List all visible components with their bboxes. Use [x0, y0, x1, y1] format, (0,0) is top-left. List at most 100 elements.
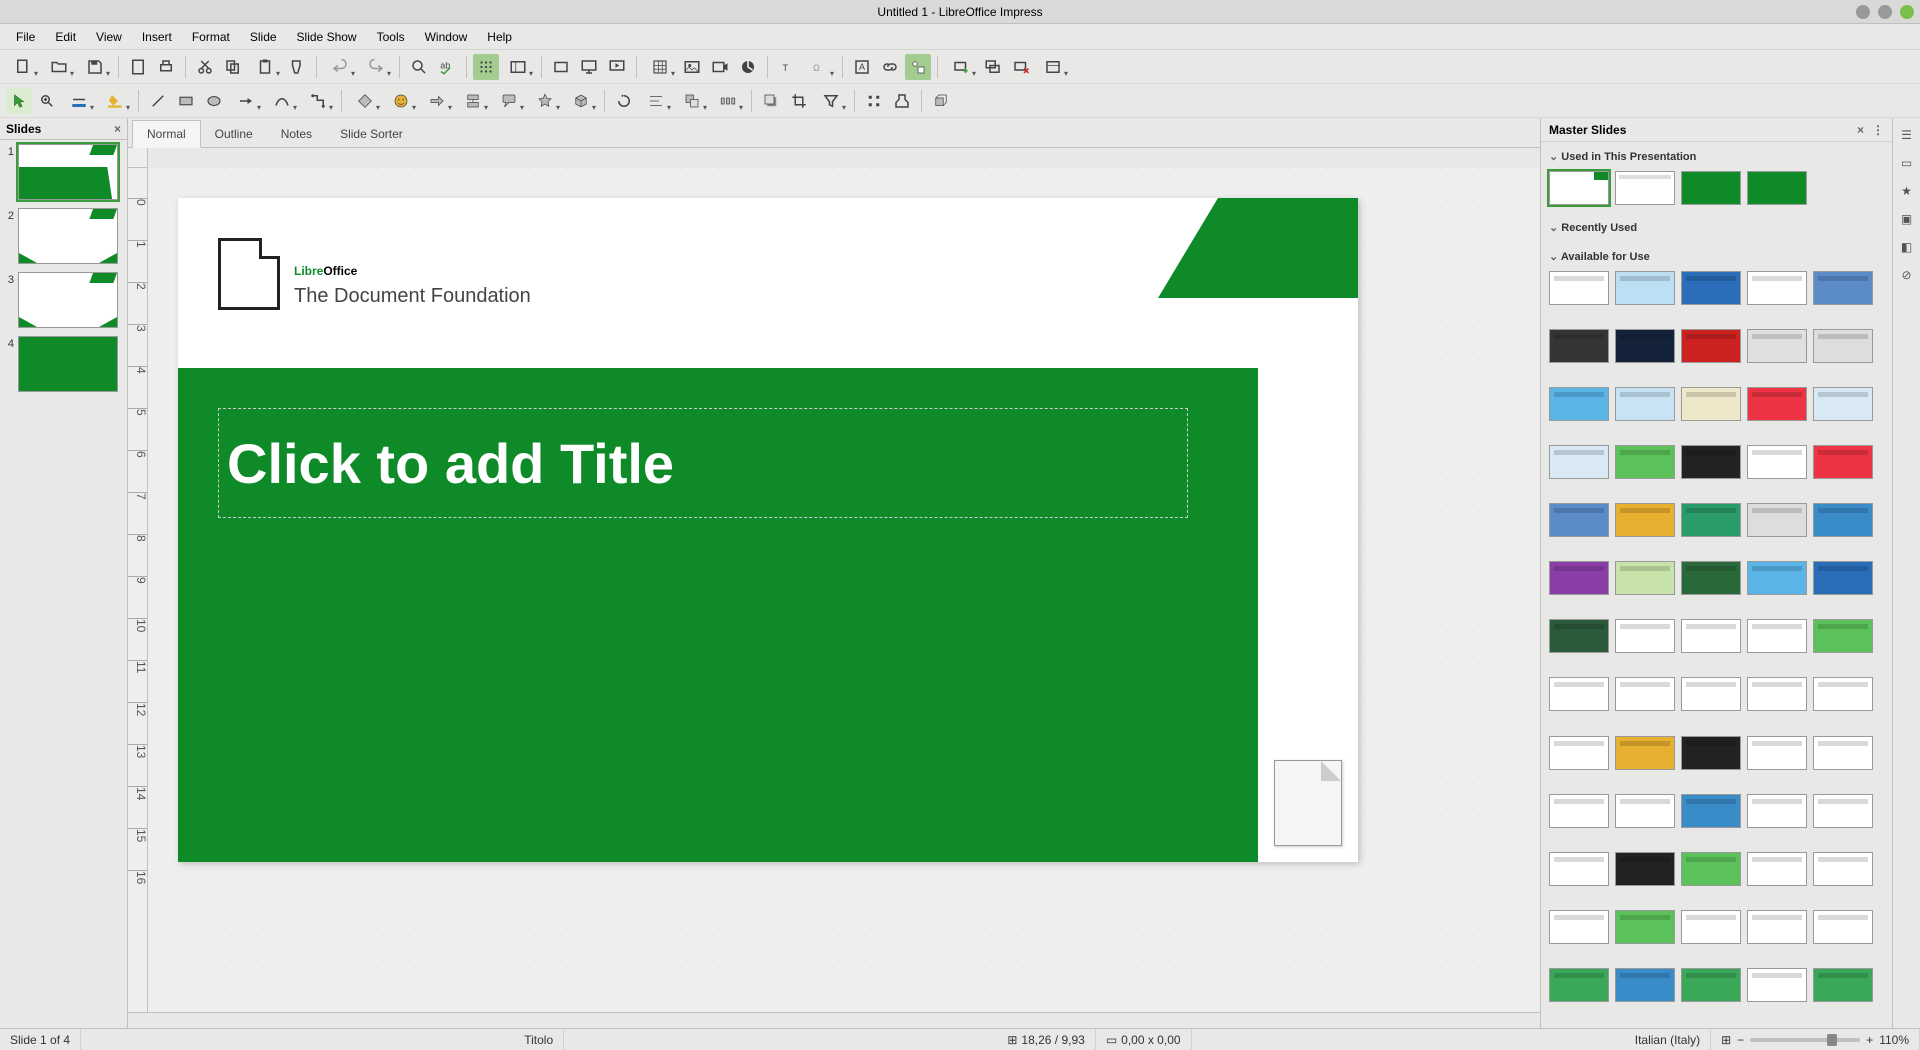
master-template[interactable] — [1813, 561, 1873, 595]
master-template[interactable] — [1615, 736, 1675, 770]
menu-edit[interactable]: Edit — [45, 26, 86, 48]
arrow-tool[interactable] — [229, 88, 263, 114]
slide-thumb-1[interactable]: 1 — [4, 144, 123, 200]
master-panel-menu-icon[interactable]: ⋮ — [1872, 123, 1884, 137]
insert-image-button[interactable] — [679, 54, 705, 80]
insert-av-button[interactable] — [707, 54, 733, 80]
master-template[interactable] — [1681, 387, 1741, 421]
menu-slideshow[interactable]: Slide Show — [287, 26, 367, 48]
redo-button[interactable] — [359, 54, 393, 80]
symbol-shapes-button[interactable] — [384, 88, 418, 114]
start-current-button[interactable] — [604, 54, 630, 80]
master-template[interactable] — [1681, 968, 1741, 1002]
master-template[interactable] — [1813, 619, 1873, 653]
close-slide-panel-icon[interactable]: × — [114, 122, 121, 136]
crop-button[interactable] — [786, 88, 812, 114]
master-template[interactable] — [1549, 329, 1609, 363]
master-template[interactable] — [1747, 677, 1807, 711]
properties-tab-icon[interactable]: ☰ — [1896, 124, 1918, 146]
master-template[interactable] — [1549, 794, 1609, 828]
master-template[interactable] — [1615, 852, 1675, 886]
slide-thumb-4[interactable]: 4 — [4, 336, 123, 392]
master-template[interactable] — [1549, 910, 1609, 944]
menu-format[interactable]: Format — [182, 26, 240, 48]
master-template[interactable] — [1747, 794, 1807, 828]
shadow-button[interactable] — [758, 88, 784, 114]
master-template[interactable] — [1615, 503, 1675, 537]
master-template[interactable] — [1681, 561, 1741, 595]
vertical-ruler[interactable]: 012345678910111213141516 — [128, 168, 148, 1012]
cut-button[interactable] — [192, 54, 218, 80]
master-template[interactable] — [1747, 736, 1807, 770]
master-template[interactable] — [1681, 677, 1741, 711]
insert-fontwork-button[interactable]: A — [849, 54, 875, 80]
master-template[interactable] — [1813, 852, 1873, 886]
fill-color-button[interactable] — [98, 88, 132, 114]
master-template[interactable] — [1615, 271, 1675, 305]
master-used-2[interactable] — [1615, 171, 1675, 205]
master-template[interactable] — [1549, 619, 1609, 653]
master-template[interactable] — [1615, 445, 1675, 479]
master-used-1[interactable] — [1549, 171, 1609, 205]
paste-button[interactable] — [248, 54, 282, 80]
status-page[interactable]: Slide 1 of 4 — [0, 1029, 81, 1050]
master-template[interactable] — [1615, 677, 1675, 711]
menu-view[interactable]: View — [86, 26, 132, 48]
slide-thumb-2[interactable]: 2 — [4, 208, 123, 264]
master-template[interactable] — [1549, 503, 1609, 537]
master-template[interactable] — [1747, 619, 1807, 653]
status-language[interactable]: Italian (Italy) — [1625, 1029, 1711, 1050]
master-template[interactable] — [1681, 619, 1741, 653]
insert-hyperlink-button[interactable] — [877, 54, 903, 80]
master-template[interactable] — [1813, 445, 1873, 479]
master-template[interactable] — [1681, 271, 1741, 305]
master-template[interactable] — [1747, 271, 1807, 305]
save-button[interactable] — [78, 54, 112, 80]
glue-points-button[interactable] — [889, 88, 915, 114]
master-template[interactable] — [1681, 503, 1741, 537]
tab-outline[interactable]: Outline — [201, 121, 267, 147]
current-slide[interactable]: LibreOffice The Document Foundation Clic… — [178, 198, 1358, 862]
master-template[interactable] — [1615, 910, 1675, 944]
master-template[interactable] — [1813, 677, 1873, 711]
master-template[interactable] — [1681, 329, 1741, 363]
distribute-button[interactable] — [711, 88, 745, 114]
master-template[interactable] — [1681, 445, 1741, 479]
zoom-pan-button[interactable] — [34, 88, 60, 114]
slide-transition-tab-icon[interactable]: ▭ — [1896, 152, 1918, 174]
tab-slidesorter[interactable]: Slide Sorter — [326, 121, 417, 147]
filter-button[interactable] — [814, 88, 848, 114]
delete-slide-button[interactable] — [1008, 54, 1034, 80]
slide-thumb-3[interactable]: 3 — [4, 272, 123, 328]
master-template[interactable] — [1747, 387, 1807, 421]
curve-tool[interactable] — [265, 88, 299, 114]
master-template[interactable] — [1615, 968, 1675, 1002]
find-button[interactable] — [406, 54, 432, 80]
basic-shapes-button[interactable] — [348, 88, 382, 114]
master-template[interactable] — [1813, 794, 1873, 828]
duplicate-slide-button[interactable] — [980, 54, 1006, 80]
new-slide-button[interactable] — [944, 54, 978, 80]
master-template[interactable] — [1549, 677, 1609, 711]
slide-layout-button[interactable] — [1036, 54, 1070, 80]
align-objects-button[interactable] — [639, 88, 673, 114]
master-template[interactable] — [1549, 271, 1609, 305]
insert-chart-button[interactable] — [735, 54, 761, 80]
master-template[interactable] — [1813, 736, 1873, 770]
master-template[interactable] — [1615, 387, 1675, 421]
rotate-button[interactable] — [611, 88, 637, 114]
master-template[interactable] — [1549, 561, 1609, 595]
master-template[interactable] — [1615, 794, 1675, 828]
export-pdf-button[interactable] — [125, 54, 151, 80]
master-template[interactable] — [1747, 910, 1807, 944]
master-template[interactable] — [1681, 794, 1741, 828]
undo-button[interactable] — [323, 54, 357, 80]
zoom-out-icon[interactable]: − — [1737, 1033, 1744, 1047]
animation-tab-icon[interactable]: ★ — [1896, 180, 1918, 202]
menu-insert[interactable]: Insert — [132, 26, 182, 48]
open-button[interactable] — [42, 54, 76, 80]
stars-button[interactable] — [528, 88, 562, 114]
master-used-3[interactable] — [1681, 171, 1741, 205]
master-template[interactable] — [1549, 445, 1609, 479]
editing-canvas[interactable]: LibreOffice The Document Foundation Clic… — [148, 168, 1540, 1012]
